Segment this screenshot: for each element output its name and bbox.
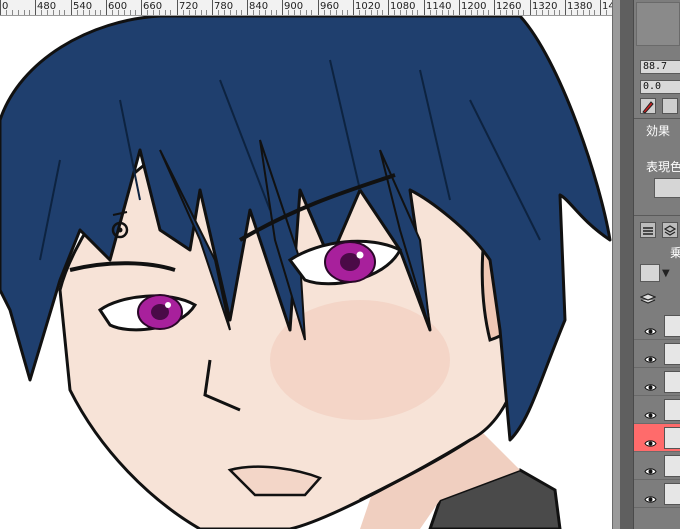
layer-thumbnail — [664, 371, 680, 393]
blush — [270, 300, 450, 420]
offset-field[interactable]: 0.0 — [640, 80, 680, 94]
layer-row[interactable] — [634, 396, 680, 424]
eye-icon[interactable] — [644, 405, 657, 419]
pen-icon[interactable] — [640, 98, 656, 114]
eye-icon[interactable] — [644, 433, 657, 447]
layer-row[interactable] — [634, 340, 680, 368]
right-palette: 88.7 0.0 効果 表現色 乗 ▼ — [620, 0, 680, 529]
layer-thumbnail — [664, 315, 680, 337]
expression-color-label: 表現色 — [646, 160, 680, 174]
character-illustration — [0, 16, 612, 529]
blend-mode-tab[interactable]: 乗 — [670, 244, 680, 261]
effect-label: 効果 — [646, 124, 671, 138]
layer-thumbnail — [664, 399, 680, 421]
color-preview — [636, 2, 680, 46]
artwork-canvas[interactable] — [0, 16, 612, 529]
layer-color-swatch[interactable] — [640, 264, 660, 282]
canvas-area[interactable]: 0 480 540 600 660 720 780 840 900 960 1020 1080 1140… — [0, 0, 612, 529]
chevron-down-icon[interactable]: ▼ — [662, 268, 670, 279]
horizontal-ruler: 0 480 540 600 660 720 780 840 900 960 1020 1080 1140… — [0, 0, 612, 16]
layer-row[interactable] — [634, 368, 680, 396]
palette-sidebar-strip — [620, 0, 634, 529]
layer-stack-icon[interactable] — [662, 222, 678, 238]
eye-icon[interactable] — [644, 489, 657, 503]
eye-icon[interactable] — [644, 461, 657, 475]
layer-group-icon[interactable] — [639, 290, 657, 309]
layer-thumbnail — [664, 455, 680, 477]
eye-icon[interactable] — [644, 377, 657, 391]
layer-menu-icon[interactable] — [640, 222, 656, 238]
eye-icon[interactable] — [644, 349, 657, 363]
opacity-field[interactable]: 88.7 — [640, 60, 680, 74]
layer-row[interactable] — [634, 312, 680, 340]
expression-color-dropdown[interactable] — [654, 178, 680, 198]
brush-settings-icon[interactable] — [662, 98, 678, 114]
layer-row[interactable] — [634, 452, 680, 480]
layer-thumbnail — [664, 427, 680, 449]
ruler-label: 0 — [2, 1, 9, 12]
layer-row[interactable] — [634, 480, 680, 508]
layer-thumbnail — [664, 483, 680, 505]
layer-thumbnail — [664, 343, 680, 365]
eye-icon[interactable] — [644, 321, 657, 335]
canvas-scrollbar[interactable] — [612, 0, 620, 529]
layer-row[interactable] — [634, 424, 680, 452]
